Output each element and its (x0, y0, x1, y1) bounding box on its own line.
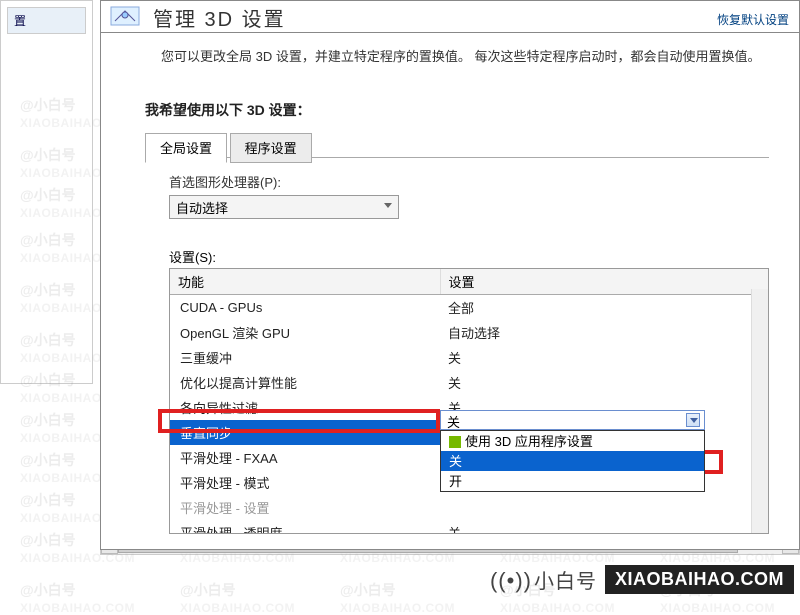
feature-cell: OpenGL 渲染 GPU (170, 320, 440, 345)
tab-program[interactable]: 程序设置 (230, 133, 312, 163)
footer-name: 小白号 (534, 571, 597, 593)
table-row[interactable]: 优化以提高计算性能关 (170, 370, 768, 395)
value-cell[interactable] (440, 495, 768, 520)
option-label: 开 (449, 474, 462, 489)
vsync-dropdown-value: 关 (447, 415, 460, 430)
broadcast-icon: ((•)) (490, 568, 532, 594)
footer-domain: XIAOBAIHAO.COM (605, 565, 794, 594)
gpu-select[interactable]: 自动选择 (169, 195, 399, 219)
feature-cell: 各向异性过滤 (170, 395, 440, 420)
value-cell[interactable]: 关 (440, 520, 768, 533)
feature-cell: 平滑处理 - 模式 (170, 470, 440, 495)
feature-cell: 平滑处理 - 设置 (170, 495, 440, 520)
value-cell[interactable]: 关 (440, 345, 768, 370)
footer-watermark: ((•))小白号 XIAOBAIHAO.COM (490, 565, 794, 594)
feature-cell: 三重缓冲 (170, 345, 440, 370)
value-cell[interactable]: 全部 (440, 294, 768, 320)
feature-cell: 优化以提高计算性能 (170, 370, 440, 395)
option-label: 关 (449, 454, 462, 469)
header: 管理 3D 设置 恢复默认设置 (101, 1, 799, 33)
value-cell[interactable]: 自动选择 (440, 320, 768, 345)
chevron-down-icon (686, 413, 700, 427)
tabs-area: 全局设置 程序设置 首选图形处理器(P): 自动选择 设置(S): 功能 设置 … (145, 132, 799, 534)
left-sidebar: 置 (0, 0, 93, 384)
vsync-dropdown: 关 使用 3D 应用程序设置关开 (440, 410, 705, 492)
feature-cell: CUDA - GPUs (170, 294, 440, 320)
vsync-dropdown-button[interactable]: 关 (440, 410, 705, 430)
page-description: 您可以更改全局 3D 设置，并建立特定程序的置换值。 每次这些特定程序启动时，都… (101, 33, 799, 76)
nvidia-icon (449, 436, 461, 448)
tab-global[interactable]: 全局设置 (145, 133, 227, 163)
dropdown-option[interactable]: 使用 3D 应用程序设置 (441, 431, 704, 451)
page-title: 管理 3D 设置 (153, 3, 286, 32)
gpu-select-value: 自动选择 (176, 201, 228, 216)
settings-label: 设置(S): (169, 247, 799, 266)
table-row[interactable]: 三重缓冲关 (170, 345, 768, 370)
left-tab[interactable]: 置 (7, 7, 86, 34)
vertical-scrollbar[interactable] (751, 289, 768, 533)
feature-cell: 平滑处理 - 透明度 (170, 520, 440, 533)
dropdown-option[interactable]: 开 (441, 471, 704, 491)
table-row[interactable]: 平滑处理 - 设置 (170, 495, 768, 520)
table-row[interactable]: 平滑处理 - 透明度关 (170, 520, 768, 533)
main-panel: 管理 3D 设置 恢复默认设置 您可以更改全局 3D 设置，并建立特定程序的置换… (100, 0, 800, 550)
tab-row: 全局设置 程序设置 (145, 132, 769, 158)
chevron-down-icon (384, 203, 392, 208)
feature-cell: 垂直同步 (170, 420, 440, 445)
option-label: 使用 3D 应用程序设置 (465, 434, 593, 449)
table-row[interactable]: CUDA - GPUs全部 (170, 294, 768, 320)
value-cell[interactable]: 关 (440, 370, 768, 395)
col-feature[interactable]: 功能 (170, 269, 440, 295)
gpu-label: 首选图形处理器(P): (169, 172, 799, 191)
section-label: 我希望使用以下 3D 设置： (145, 100, 799, 120)
settings-3d-icon (107, 3, 143, 31)
dropdown-option[interactable]: 关 (441, 451, 704, 471)
table-row[interactable]: OpenGL 渲染 GPU自动选择 (170, 320, 768, 345)
settings-table: 功能 设置 CUDA - GPUs全部OpenGL 渲染 GPU自动选择三重缓冲… (169, 268, 769, 534)
vsync-dropdown-list: 使用 3D 应用程序设置关开 (440, 430, 705, 492)
col-value[interactable]: 设置 (440, 269, 768, 295)
restore-defaults-link[interactable]: 恢复默认设置 (717, 11, 789, 28)
feature-cell: 平滑处理 - FXAA (170, 445, 440, 470)
